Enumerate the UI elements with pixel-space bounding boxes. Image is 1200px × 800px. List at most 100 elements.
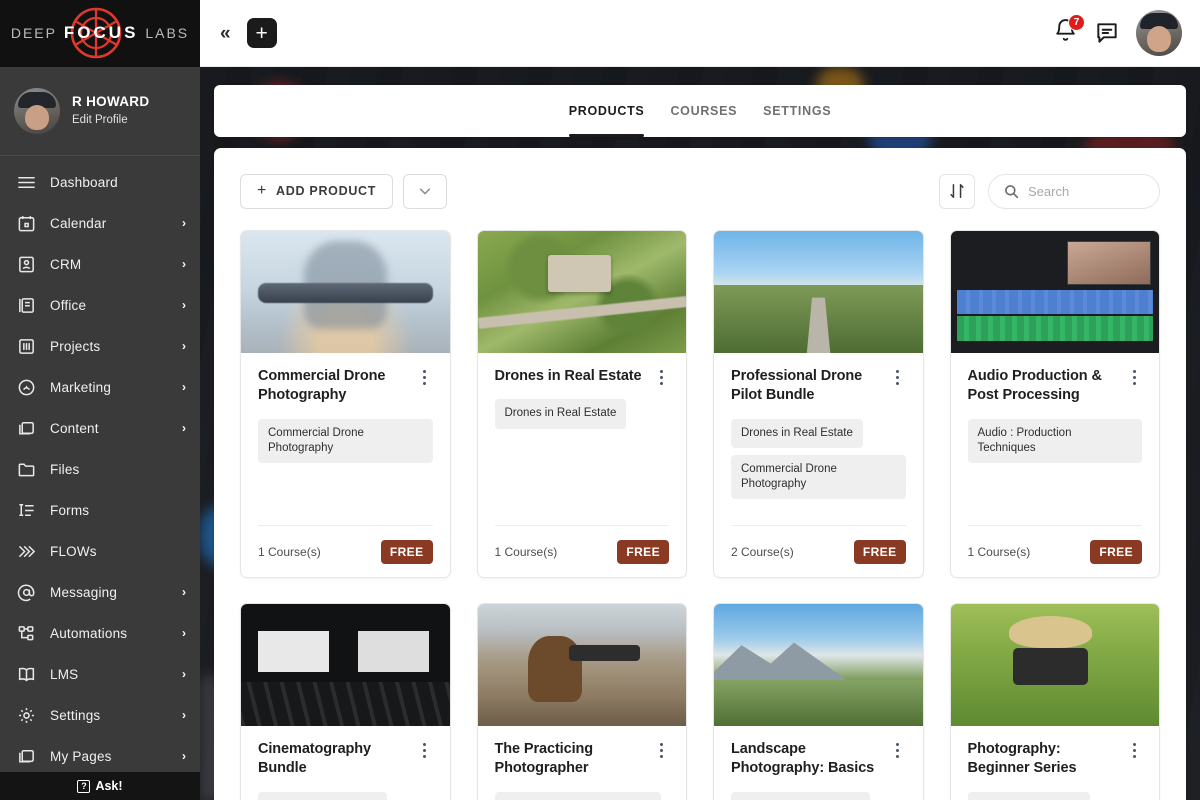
- sidebar-item-projects[interactable]: Projects ›: [0, 326, 200, 367]
- gear-icon: [16, 705, 36, 725]
- chevron-down-icon: [418, 184, 432, 198]
- product-tags: Commercial Drone Photography: [258, 419, 433, 464]
- search-box[interactable]: [988, 174, 1160, 209]
- contact-card-icon: [16, 254, 36, 274]
- sidebar-item-flows[interactable]: FLOWs: [0, 531, 200, 572]
- tab-courses[interactable]: COURSES: [670, 85, 737, 137]
- sidebar-item-lms[interactable]: LMS ›: [0, 654, 200, 695]
- product-tags: Audio : Production Techniques: [968, 419, 1143, 464]
- tab-settings[interactable]: SETTINGS: [763, 85, 831, 137]
- sidebar-item-messaging[interactable]: Messaging ›: [0, 572, 200, 613]
- add-product-button[interactable]: + ADD PRODUCT: [240, 174, 393, 209]
- chevron-right-icon: ›: [182, 340, 186, 352]
- sidebar-item-settings[interactable]: Settings ›: [0, 695, 200, 736]
- product-tag: Commercial Drone Photography: [731, 455, 906, 500]
- product-thumbnail: [478, 604, 687, 726]
- ask-button[interactable]: ? Ask!: [0, 772, 200, 800]
- sidebar-item-forms[interactable]: Forms: [0, 490, 200, 531]
- sidebar-item-automations[interactable]: Automations ›: [0, 613, 200, 654]
- product-tags: Photography: Workflow: [731, 792, 906, 800]
- chevrons-icon: [16, 541, 36, 561]
- product-menu-button[interactable]: [653, 740, 669, 758]
- sidebar-item-crm[interactable]: CRM ›: [0, 244, 200, 285]
- sidebar-item-calendar[interactable]: Calendar ›: [0, 203, 200, 244]
- product-card[interactable]: The Practicing Photographer The Practici…: [477, 603, 688, 800]
- price-badge: FREE: [854, 540, 906, 564]
- sidebar-item-label: Forms: [50, 503, 172, 518]
- product-tags: Drones in Real Estate: [495, 399, 670, 428]
- notifications-button[interactable]: 7: [1053, 18, 1078, 48]
- product-footer: 1 Course(s) FREE: [258, 525, 433, 577]
- sidebar-item-office[interactable]: Office ›: [0, 285, 200, 326]
- brand-logo[interactable]: DEEP FOCUS LABS: [0, 0, 200, 67]
- product-card[interactable]: Commercial Drone Photography Commercial …: [240, 230, 451, 578]
- product-tag: Audio : Production Techniques: [968, 419, 1143, 464]
- sidebar-item-marketing[interactable]: Marketing ›: [0, 367, 200, 408]
- product-menu-button[interactable]: [417, 740, 433, 758]
- sidebar-item-content[interactable]: Content ›: [0, 408, 200, 449]
- search-input[interactable]: [1028, 184, 1144, 199]
- chevron-right-icon: ›: [182, 668, 186, 680]
- edit-profile-link[interactable]: Edit Profile: [72, 113, 149, 128]
- product-footer: 1 Course(s) FREE: [495, 525, 670, 577]
- product-card[interactable]: Drones in Real Estate Drones in Real Est…: [477, 230, 688, 578]
- brand-suffix: LABS: [145, 25, 189, 41]
- add-product-label: ADD PRODUCT: [276, 184, 376, 198]
- sidebar-item-label: Office: [50, 298, 168, 313]
- product-menu-button[interactable]: [890, 740, 906, 758]
- sidebar-item-dashboard[interactable]: Dashboard: [0, 162, 200, 203]
- sidebar-item-label: Calendar: [50, 216, 168, 231]
- product-menu-button[interactable]: [653, 367, 669, 385]
- product-title: Drones in Real Estate: [495, 367, 648, 386]
- product-menu-button[interactable]: [890, 367, 906, 385]
- sidebar-item-my-pages[interactable]: My Pages ›: [0, 736, 200, 772]
- product-card[interactable]: Landscape Photography: Basics Photograph…: [713, 603, 924, 800]
- sidebar-item-label: Projects: [50, 339, 168, 354]
- avatar: [14, 88, 60, 134]
- product-card[interactable]: Professional Drone Pilot Bundle Drones i…: [713, 230, 924, 578]
- quick-add-button[interactable]: +: [247, 18, 277, 48]
- main-pane: « + 7: [200, 0, 1200, 800]
- chevron-right-icon: ›: [182, 381, 186, 393]
- product-tags: Understanding Light: [968, 792, 1143, 800]
- collapse-sidebar-button[interactable]: «: [214, 22, 237, 45]
- tab-products[interactable]: PRODUCTS: [569, 85, 645, 137]
- product-card[interactable]: Audio Production & Post Processing Audio…: [950, 230, 1161, 578]
- product-thumbnail: [241, 231, 450, 353]
- product-card[interactable]: Cinematography Bundle Creating a Short F…: [240, 603, 451, 800]
- product-menu-button[interactable]: [1126, 740, 1142, 758]
- top-bar: « + 7: [200, 0, 1200, 67]
- sidebar-item-label: Settings: [50, 708, 168, 723]
- course-count: 1 Course(s): [968, 545, 1031, 559]
- sidebar-item-files[interactable]: Files: [0, 449, 200, 490]
- product-title: Audio Production & Post Processing: [968, 367, 1121, 406]
- course-count: 1 Course(s): [495, 545, 558, 559]
- sidebar-item-label: LMS: [50, 667, 168, 682]
- product-menu-button[interactable]: [1126, 367, 1142, 385]
- sort-button[interactable]: [939, 174, 975, 209]
- product-menu-button[interactable]: [417, 367, 433, 385]
- hamburger-icon: [16, 172, 36, 192]
- office-icon: [16, 295, 36, 315]
- product-card[interactable]: Photography: Beginner Series Understandi…: [950, 603, 1161, 800]
- form-list-icon: [16, 500, 36, 520]
- messages-button[interactable]: [1094, 20, 1120, 46]
- chevron-right-icon: ›: [182, 217, 186, 229]
- product-thumbnail: [714, 231, 923, 353]
- product-thumbnail: [714, 604, 923, 726]
- profile-name: R HOWARD: [72, 93, 149, 111]
- topbar-actions: 7: [1053, 10, 1182, 56]
- price-badge: FREE: [1090, 540, 1142, 564]
- brand-prefix: DEEP: [11, 25, 57, 41]
- chevron-right-icon: ›: [182, 709, 186, 721]
- brand-main: FOCUS: [64, 23, 139, 42]
- add-product-dropdown-button[interactable]: [403, 174, 447, 209]
- chevron-right-icon: ›: [182, 627, 186, 639]
- tab-bar: PRODUCTS COURSES SETTINGS: [214, 85, 1186, 137]
- user-avatar-button[interactable]: [1136, 10, 1182, 56]
- product-tag: The Practicing Photographer: [495, 792, 661, 800]
- app-root: DEEP FOCUS LABS R HOWARD Edit Profile Da…: [0, 0, 1200, 800]
- chat-bubble-icon: [1094, 20, 1120, 46]
- price-badge: FREE: [617, 540, 669, 564]
- sidebar-profile[interactable]: R HOWARD Edit Profile: [0, 67, 200, 156]
